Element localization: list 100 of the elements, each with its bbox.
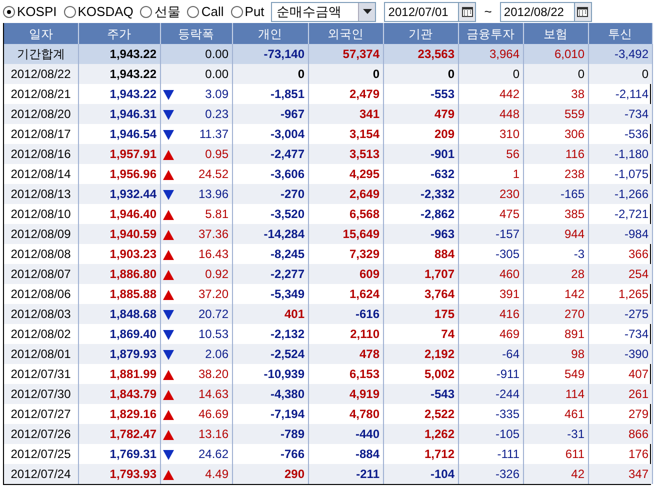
column-header: 보험 <box>523 23 588 44</box>
table-cell: -1,180 <box>588 144 652 164</box>
radio-icon[interactable] <box>3 6 15 18</box>
table-cell: 4,919 <box>308 384 383 404</box>
table-cell: 3,964 <box>458 44 523 64</box>
table-cell: 254 <box>588 264 652 284</box>
table-cell: -270 <box>232 184 308 204</box>
table-cell: 944 <box>523 224 588 244</box>
table-cell: 2012/08/13 <box>4 184 78 204</box>
table-cell: -64 <box>458 344 523 364</box>
table-cell: 290 <box>232 464 308 484</box>
radio-option[interactable]: KOSDAQ <box>64 2 134 22</box>
table-cell: 175 <box>383 304 458 324</box>
table-cell: 230 <box>458 184 523 204</box>
table-cell: 0.92 <box>174 264 232 284</box>
table-cell: 1,793.93 <box>78 464 160 484</box>
table-cell: 0.00 <box>174 44 232 64</box>
table-cell: 기간합계 <box>4 44 78 64</box>
table-cell: 479 <box>383 104 458 124</box>
radio-option[interactable]: 선물 <box>140 2 180 22</box>
table-cell: 0 <box>588 64 652 84</box>
table-cell: -967 <box>232 104 308 124</box>
table-cell: 15,649 <box>308 224 383 244</box>
table-cell: -211 <box>308 464 383 484</box>
table-cell: -31 <box>523 424 588 444</box>
calendar-button[interactable] <box>458 2 476 22</box>
calendar-icon <box>577 6 588 16</box>
radio-icon[interactable] <box>230 6 243 18</box>
table-cell: -1,266 <box>588 184 652 204</box>
table-cell: 1,886.80 <box>78 264 160 284</box>
metric-dropdown[interactable]: 순매수금액 <box>271 2 376 22</box>
table-cell: -73,140 <box>232 44 308 64</box>
table-cell: -543 <box>383 384 458 404</box>
table-cell: -2,332 <box>383 184 458 204</box>
table-cell: -901 <box>383 144 458 164</box>
table-cell: 401 <box>232 304 308 324</box>
date-field[interactable]: 2012/07/01 <box>384 2 458 22</box>
table-cell: 98 <box>523 344 588 364</box>
table-cell: 1,940.59 <box>78 224 160 244</box>
table-cell: 448 <box>458 104 523 124</box>
table-cell: 2012/08/09 <box>4 224 78 244</box>
column-header: 외국인 <box>308 23 383 44</box>
radio-icon[interactable] <box>187 6 200 18</box>
table-cell: -105 <box>458 424 523 444</box>
date-field[interactable]: 2012/08/22 <box>500 2 574 22</box>
table-cell: 2,192 <box>383 344 458 364</box>
table-cell: -2,524 <box>232 344 308 364</box>
table-cell: 1,843.79 <box>78 384 160 404</box>
table-cell: 2012/08/20 <box>4 104 78 124</box>
column-header: 주가 <box>78 23 160 44</box>
table-cell: 2012/08/01 <box>4 344 78 364</box>
dropdown-button[interactable] <box>358 2 376 20</box>
table-cell: 2012/08/16 <box>4 144 78 164</box>
table-cell: 2012/07/24 <box>4 464 78 484</box>
table-cell: 2012/07/26 <box>4 424 78 444</box>
table-cell: 1,879.93 <box>78 344 160 364</box>
calendar-icon <box>462 6 473 16</box>
table-cell: 0 <box>232 64 308 84</box>
table-cell: 609 <box>308 264 383 284</box>
table-cell: 14.63 <box>174 384 232 404</box>
table-cell: 2012/08/03 <box>4 304 78 324</box>
table-cell: 416 <box>458 304 523 324</box>
table-cell: 116 <box>523 144 588 164</box>
table-cell: -734 <box>588 104 652 124</box>
table-cell: 1,932.44 <box>78 184 160 204</box>
table-cell: 0 <box>523 64 588 84</box>
column-header: 일자 <box>4 23 78 44</box>
radio-icon[interactable] <box>140 6 152 18</box>
radio-icon[interactable] <box>64 6 76 18</box>
table-cell: 37.36 <box>174 224 232 244</box>
radio-option[interactable]: KOSPI <box>3 2 57 22</box>
column-header: 등락폭 <box>160 23 232 44</box>
table-cell: 270 <box>523 304 588 324</box>
table-cell: 13.96 <box>174 184 232 204</box>
radio-option[interactable]: Call <box>187 2 224 22</box>
table-cell: 6,010 <box>523 44 588 64</box>
table-cell: 478 <box>308 344 383 364</box>
radio-option[interactable]: Put <box>230 2 264 22</box>
table-cell: -3,492 <box>588 44 652 64</box>
table-cell: -616 <box>308 304 383 324</box>
table-cell: 0.00 <box>174 64 232 84</box>
column-header: 개인 <box>232 23 308 44</box>
calendar-button[interactable] <box>574 2 592 22</box>
table-cell: -789 <box>232 424 308 444</box>
table-cell: 1,943.22 <box>78 44 160 64</box>
table-cell: 0 <box>308 64 383 84</box>
table-cell: 2012/07/30 <box>4 384 78 404</box>
table-cell: 56 <box>458 144 523 164</box>
table-cell: -390 <box>588 344 652 364</box>
table-cell: 2.06 <box>174 344 232 364</box>
column-header: 투신 <box>588 23 652 44</box>
table-cell: 460 <box>458 264 523 284</box>
table-cell: 114 <box>523 384 588 404</box>
table-cell: -14,284 <box>232 224 308 244</box>
table-cell: -2,477 <box>232 144 308 164</box>
table-cell: 23,563 <box>383 44 458 64</box>
table-cell: 1,707 <box>383 264 458 284</box>
table-cell: 0.95 <box>174 144 232 164</box>
table-cell: -244 <box>458 384 523 404</box>
table-cell: 3,513 <box>308 144 383 164</box>
